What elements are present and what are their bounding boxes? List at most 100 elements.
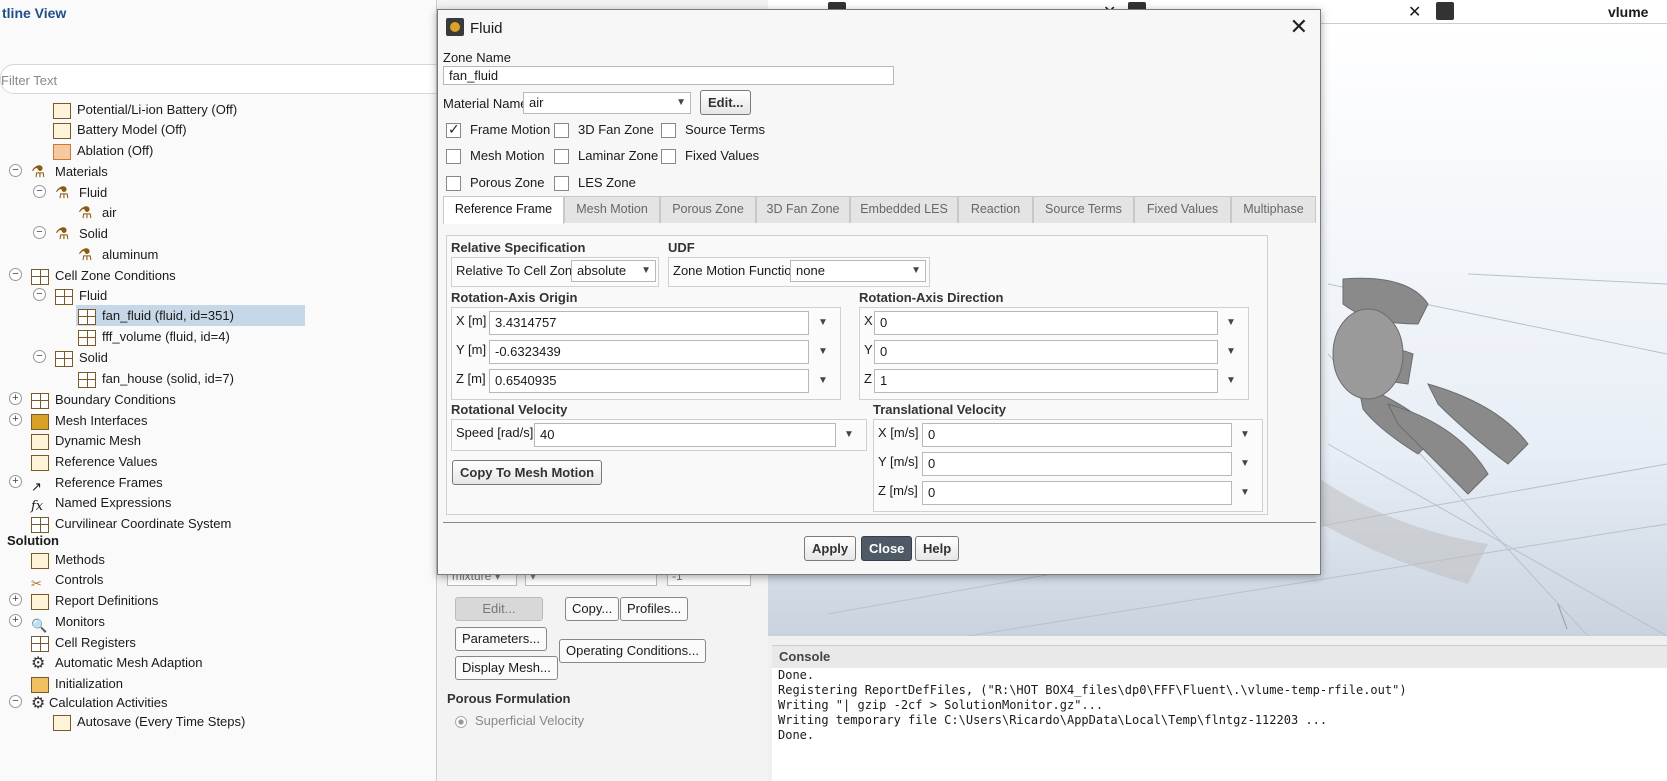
- trans-z-dropdown-icon[interactable]: ▼: [1240, 487, 1316, 498]
- les-zone-checkbox[interactable]: LES Zone: [554, 175, 636, 193]
- fluid-dialog: Fluid ✕ Zone Name fan_fluid Material Nam…: [437, 9, 1321, 575]
- mesh-motion-checkbox[interactable]: Mesh Motion: [446, 148, 544, 166]
- trans-x-input[interactable]: 0: [922, 423, 1232, 447]
- tab-embedded-les[interactable]: Embedded LES: [850, 196, 958, 223]
- direction-y-input[interactable]: 0: [874, 340, 1218, 364]
- filter-text-input[interactable]: Filter Text: [0, 64, 452, 94]
- tree-item-reference-values[interactable]: Reference Values: [31, 451, 157, 472]
- tree-item-monitors[interactable]: 🔍 Monitors: [31, 611, 105, 633]
- trans-y-input[interactable]: 0: [922, 452, 1232, 476]
- tree-item-fff-volume[interactable]: fff_volume (fluid, id=4): [78, 326, 230, 347]
- expand-boundary-icon[interactable]: +: [9, 392, 22, 405]
- tree-item-calculation-activities[interactable]: Calculation Activities: [31, 692, 168, 714]
- close-icon[interactable]: ✕: [1290, 14, 1308, 40]
- tab-multiphase[interactable]: Multiphase: [1231, 196, 1316, 223]
- source-terms-checkbox[interactable]: Source Terms: [661, 122, 765, 140]
- close-tab-icon[interactable]: ✕: [1408, 2, 1421, 22]
- expand-mesh-interfaces-icon[interactable]: +: [9, 413, 22, 426]
- tab-source-terms[interactable]: Source Terms: [1033, 196, 1134, 223]
- bg-display-mesh-button[interactable]: Display Mesh...: [455, 656, 558, 680]
- tab-reaction[interactable]: Reaction: [958, 196, 1033, 223]
- fan-zone-3d-checkbox[interactable]: 3D Fan Zone: [554, 122, 654, 140]
- trans-y-dropdown-icon[interactable]: ▼: [1240, 458, 1316, 469]
- bg-operating-conditions-button[interactable]: Operating Conditions...: [559, 639, 706, 663]
- bg-edit-button[interactable]: Edit...: [455, 597, 543, 621]
- origin-x-input[interactable]: 3.4314757: [489, 311, 809, 335]
- tree-item-mesh-interfaces[interactable]: Mesh Interfaces: [31, 410, 148, 431]
- copy-to-mesh-motion-button[interactable]: Copy To Mesh Motion: [452, 460, 603, 485]
- speed-input[interactable]: 40: [534, 423, 836, 447]
- direction-y-dropdown-icon[interactable]: ▼: [1226, 346, 1316, 357]
- origin-y-input[interactable]: -0.6323439: [489, 340, 809, 364]
- collapse-solid-materials-icon[interactable]: −: [33, 226, 46, 239]
- frame-motion-checkbox[interactable]: Frame Motion: [446, 121, 550, 140]
- tree-item-air[interactable]: air: [78, 202, 116, 224]
- trans-x-dropdown-icon[interactable]: ▼: [1240, 429, 1316, 440]
- tree-item-fan-fluid[interactable]: fan_fluid (fluid, id=351): [76, 305, 305, 326]
- origin-z-input[interactable]: 0.6540935: [489, 369, 809, 393]
- tree-item-materials-solid[interactable]: Solid: [55, 223, 108, 245]
- zone-motion-function-select[interactable]: none ▼: [790, 260, 926, 282]
- trans-z-input[interactable]: 0: [922, 481, 1232, 505]
- direction-x-input[interactable]: 0: [874, 311, 1218, 335]
- tree-item-controls[interactable]: ✂ Controls: [31, 569, 103, 591]
- solution-section-header[interactable]: Solution: [7, 533, 59, 548]
- porous-zone-checkbox[interactable]: Porous Zone: [446, 175, 544, 193]
- collapse-fluid-zones-icon[interactable]: −: [33, 288, 46, 301]
- tree-item-materials[interactable]: Materials: [31, 161, 108, 183]
- console-panel[interactable]: Console Done. Registering ReportDefFiles…: [772, 645, 1667, 781]
- tab-3d-fan-zone[interactable]: 3D Fan Zone: [756, 196, 850, 223]
- collapse-cell-zone-icon[interactable]: −: [9, 268, 22, 281]
- tree-item-boundary-conditions[interactable]: Boundary Conditions: [31, 389, 176, 410]
- tree-item-methods[interactable]: Methods: [31, 549, 105, 570]
- collapse-fluid-materials-icon[interactable]: −: [33, 185, 46, 198]
- vlume-tab-icon[interactable]: [1436, 2, 1454, 20]
- tab-porous-zone[interactable]: Porous Zone: [660, 196, 756, 223]
- collapse-materials-icon[interactable]: −: [9, 164, 22, 177]
- apply-button[interactable]: Apply: [804, 536, 857, 561]
- relative-to-cell-zone-select[interactable]: absolute ▼: [571, 260, 656, 282]
- collapse-calc-activities-icon[interactable]: −: [9, 695, 22, 708]
- expand-reference-frames-icon[interactable]: +: [9, 475, 22, 488]
- tree-item-initialization[interactable]: Initialization: [31, 673, 123, 694]
- tab-reference-frame[interactable]: Reference Frame: [443, 196, 564, 224]
- tree-item-cell-registers[interactable]: Cell Registers: [31, 632, 136, 653]
- tree-item-fan-house[interactable]: fan_house (solid, id=7): [78, 368, 234, 389]
- tree-item-report-definitions[interactable]: Report Definitions: [31, 590, 158, 611]
- tree-item-reference-frames[interactable]: ↗ Reference Frames: [31, 472, 163, 494]
- tree-item-curvilinear[interactable]: Curvilinear Coordinate System: [31, 513, 231, 534]
- tree-item-cell-zone-solid[interactable]: Solid: [55, 347, 108, 368]
- direction-x-dropdown-icon[interactable]: ▼: [1226, 317, 1316, 328]
- tab-mesh-motion[interactable]: Mesh Motion: [564, 196, 660, 223]
- tab-fixed-values[interactable]: Fixed Values: [1134, 196, 1231, 223]
- tree-item-dynamic-mesh[interactable]: Dynamic Mesh: [31, 430, 141, 451]
- bg-parameters-button[interactable]: Parameters...: [455, 627, 548, 651]
- tree-item-autosave[interactable]: Autosave (Every Time Steps): [53, 711, 245, 732]
- vlume-tab-label[interactable]: vlume: [1608, 4, 1648, 20]
- help-button[interactable]: Help: [915, 536, 960, 561]
- zone-name-input[interactable]: fan_fluid: [443, 66, 894, 85]
- tree-item-materials-fluid[interactable]: Fluid: [55, 182, 107, 204]
- superficial-velocity-radio[interactable]: Superficial Velocity: [455, 713, 584, 728]
- bg-profiles-button[interactable]: Profiles...: [620, 597, 689, 621]
- laminar-zone-checkbox[interactable]: Laminar Zone: [554, 148, 658, 166]
- expand-report-definitions-icon[interactable]: +: [9, 593, 22, 606]
- material-name-select[interactable]: air ▼: [523, 92, 691, 114]
- bg-copy-button[interactable]: Copy...: [565, 597, 620, 621]
- material-edit-button[interactable]: Edit...: [700, 90, 752, 115]
- tree-item-cell-zone-conditions[interactable]: Cell Zone Conditions: [31, 265, 176, 286]
- tree-item-ablation[interactable]: Ablation (Off): [53, 140, 153, 161]
- adaption-icon: [31, 653, 49, 674]
- close-button[interactable]: Close: [861, 536, 913, 561]
- tree-item-cell-zone-fluid[interactable]: Fluid: [55, 285, 107, 306]
- tree-item-battery-model[interactable]: Battery Model (Off): [53, 119, 187, 140]
- direction-z-dropdown-icon[interactable]: ▼: [1226, 375, 1316, 386]
- tree-item-potential-battery[interactable]: Potential/Li-ion Battery (Off): [53, 99, 237, 120]
- fixed-values-checkbox[interactable]: Fixed Values: [661, 148, 759, 166]
- tree-item-mesh-adaption[interactable]: Automatic Mesh Adaption: [31, 652, 202, 674]
- collapse-solid-zones-icon[interactable]: −: [33, 350, 46, 363]
- tree-item-aluminum[interactable]: aluminum: [78, 244, 158, 266]
- direction-z-input[interactable]: 1: [874, 369, 1218, 393]
- expand-monitors-icon[interactable]: +: [9, 614, 22, 627]
- tree-item-named-expressions[interactable]: fx Named Expressions: [31, 492, 171, 514]
